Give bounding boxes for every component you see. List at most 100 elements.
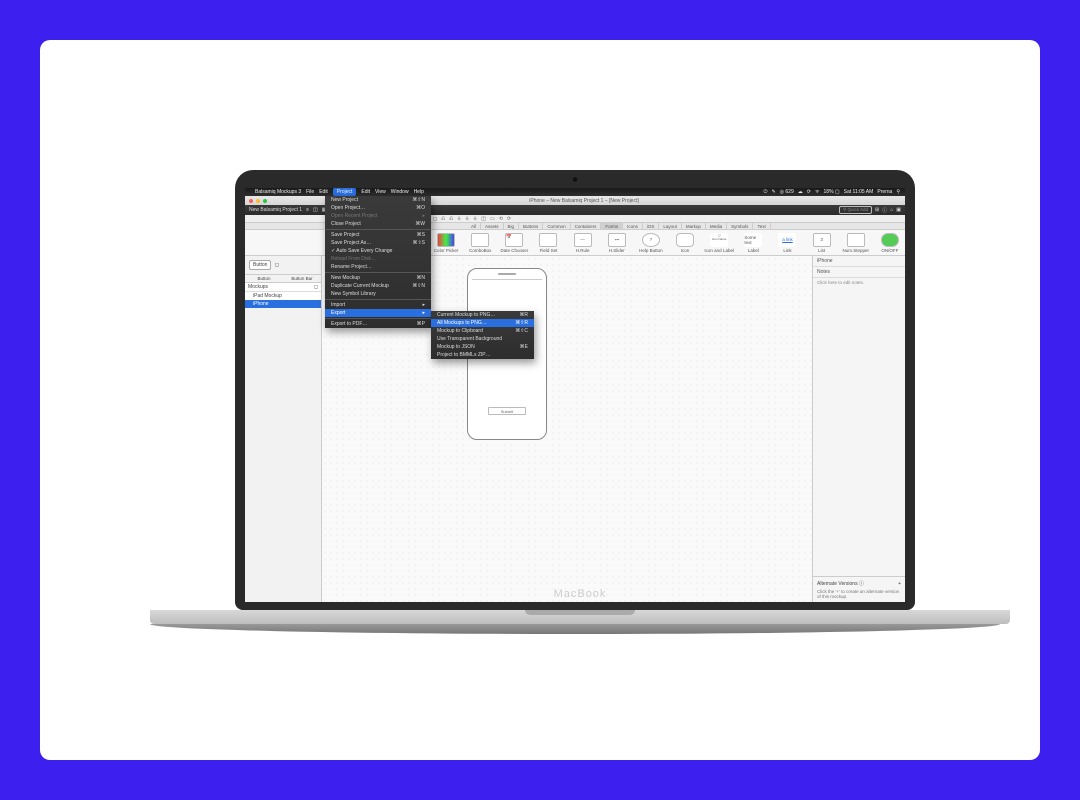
tool-5[interactable]: ⎀ [473,216,477,222]
home-icon[interactable]: ⌂ [890,207,893,213]
menuitem-import[interactable]: Import [325,301,431,309]
tab-common[interactable]: Common [543,223,570,229]
status-1[interactable]: ✎ [771,189,775,195]
info-icon[interactable]: ⓘ [882,207,887,214]
mockup-item-iphone[interactable]: iPhone [245,300,321,308]
menuitem-new-symbol-library[interactable]: New Symbol Library [325,290,431,298]
rib-icon[interactable]: Icon [670,233,700,253]
tab-buttons[interactable]: Buttons [519,223,543,229]
tool-6[interactable]: ◫ [481,216,486,222]
battery-status[interactable]: 18% ▢ [824,189,840,195]
mockup-item-ipad[interactable]: iPad Mockup [245,292,321,300]
menuitem-export-to-pdf-[interactable]: Export to PDF…⌘P [325,320,431,328]
rib-hrule[interactable]: —H.Rule [568,233,598,253]
mockup-submit-button[interactable]: Submit [488,407,526,415]
tool-2[interactable]: ⎌ [449,216,453,222]
rib-color-picker[interactable]: Color Picker [431,233,461,253]
rib-onoff[interactable]: ON/OFF [875,233,905,253]
rib-link[interactable]: a linkLink [772,233,802,253]
status-0[interactable]: ⏻ [763,189,767,195]
rib-list[interactable]: 3List [807,233,837,253]
menuitem-open-project-[interactable]: Open Project…⌘O [325,204,431,212]
add-alt-version-button[interactable]: + [898,581,901,587]
submenuitem-mockup-to-json[interactable]: Mockup to JSON⌘E [431,343,534,351]
tab-big[interactable]: Big [504,223,520,229]
panel-icon-3[interactable]: ▣ [896,207,901,213]
menuitem-new-project[interactable]: New Project⌘⇧N [325,196,431,204]
status-2[interactable]: ◎ 629 [780,189,794,195]
rib-help[interactable]: ?Help Button [636,233,666,253]
view-list-icon[interactable]: ◫ [313,207,318,213]
app-name[interactable]: Balsamiq Mockups 3 [255,189,301,195]
inspector-panel: iPhone Notes Click here to edit notes. A… [813,256,905,602]
menu-edit2[interactable]: Edit [361,189,370,195]
rib-date[interactable]: 📅Date Chooser [499,233,529,253]
user-name[interactable]: Prerna [877,189,892,195]
navigator-sidebar: Button ◻ Button Button Bar Mockups◻ iPad… [245,256,322,602]
tab-layout[interactable]: Layout [659,223,682,229]
wifi-icon[interactable]: ᯤ [815,189,820,195]
menuitem-export[interactable]: Export [325,309,431,317]
tool-1[interactable]: ⎌ [441,216,445,222]
tab-assets[interactable]: Assets [481,223,504,229]
panel-icon-0[interactable]: ⊞ [875,207,879,213]
submenuitem-current-mockup-to-png-[interactable]: Current Mockup to PNG…⌘R [431,311,534,319]
menuitem-save-project[interactable]: Save Project⌘S [325,231,431,239]
rib-fieldset[interactable]: Field Set [533,233,563,253]
rib-icon-label[interactable]: ◻Icon NameIcon and Label [704,233,734,253]
tool-4[interactable]: ⎀ [465,216,469,222]
sb-tab-button[interactable]: Button [245,275,283,282]
quick-add-input[interactable]: ⚲ Quick Add [839,206,872,214]
menuitem-new-mockup[interactable]: New Mockup⌘N [325,274,431,282]
close-button[interactable] [249,199,253,203]
maximize-button[interactable] [263,199,267,203]
notes-input[interactable]: Click here to edit notes. [813,278,905,287]
menu-edit[interactable]: Edit [319,189,328,195]
menuitem-close-project[interactable]: Close Project⌘W [325,220,431,228]
submenuitem-project-to-bmmls-zip-[interactable]: Project to BMMLs ZIP… [431,351,534,359]
rib-hslider[interactable]: ⊶H.Slider [602,233,632,253]
tab-all[interactable]: All [467,223,481,229]
menuitem-duplicate-current-mockup[interactable]: Duplicate Current Mockup⌘⇧N [325,282,431,290]
undo-icon[interactable]: ⟲ [499,216,503,222]
alt-versions-hint: Click the '+' to create an alternate ver… [817,589,901,599]
menuitem-rename-project-[interactable]: Rename Project… [325,263,431,271]
menu-view[interactable]: View [375,189,386,195]
submenuitem-all-mockups-to-png-[interactable]: All Mockups to PNG…⌘⇧R [431,319,534,327]
mockups-collapse-icon[interactable]: ◻ [314,284,318,290]
menuitem--auto-save-every-change[interactable]: ✓ Auto Save Every Change [325,247,431,255]
clock: Sat 11:05 AM [844,189,874,195]
menuitem-save-project-as-[interactable]: Save Project As…⌘⇧S [325,239,431,247]
spotlight-icon[interactable]: ⚲ [896,189,900,195]
tab-text[interactable]: Text [753,223,770,229]
sb-tab-buttonbar[interactable]: Button Bar [283,275,321,282]
status-3[interactable]: ☁ [798,189,803,195]
minimize-button[interactable] [256,199,260,203]
tab-symbols[interactable]: Symbols [727,223,753,229]
widget-preview-button[interactable]: Button [249,260,271,270]
menu-help[interactable]: Help [414,189,424,195]
submenuitem-mockup-to-clipboard[interactable]: Mockup to Clipboard⌘⇧C [431,327,534,335]
tab-markup[interactable]: Markup [682,223,706,229]
window-title: iPhone – New Balsamiq Project 1 – [New P… [529,198,639,204]
rib-label[interactable]: Some textLabel [738,233,768,253]
menu-project[interactable]: Project [333,188,357,196]
menuitem-reload-from-disk-: Reload From Disk… [325,255,431,263]
rib-combobox[interactable]: ComboBox [465,233,495,253]
tool-7[interactable]: ▭ [490,216,495,222]
menu-file[interactable]: File [306,189,314,195]
tab-ios[interactable]: iOS [643,223,660,229]
hamburger-icon[interactable]: ≡ [306,207,309,213]
status-4[interactable]: ⟳ [807,189,811,195]
tab-icons[interactable]: Icons [623,223,643,229]
menu-window[interactable]: Window [391,189,409,195]
tool-3[interactable]: ⎀ [457,216,461,222]
tool-0[interactable]: ◻ [433,216,437,222]
submenuitem-use-transparent-background[interactable]: Use Transparent Background [431,335,534,343]
redo-icon[interactable]: ⟳ [507,216,511,222]
tab-containers[interactable]: Containers [571,223,602,229]
rib-stepper[interactable]: Num.Stepper [841,233,871,253]
tab-media[interactable]: Media [706,223,727,229]
tab-forms[interactable]: Forms [601,223,623,229]
notes-label: Notes [813,267,905,278]
